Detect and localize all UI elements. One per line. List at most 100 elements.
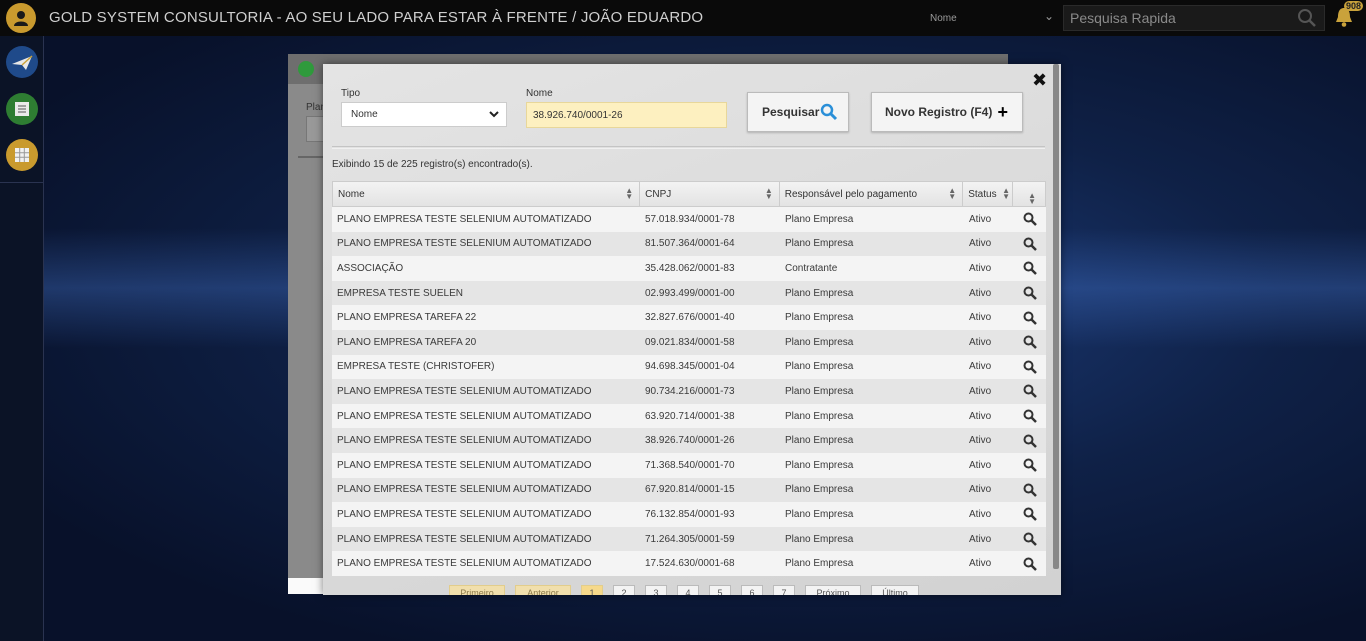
view-details-icon[interactable] [1014,207,1046,232]
view-details-icon[interactable] [1014,355,1046,380]
cell-nome: PLANO EMPRESA TESTE SELENIUM AUTOMATIZAD… [337,435,592,447]
table-row[interactable]: PLANO EMPRESA TESTE SELENIUM AUTOMATIZAD… [332,477,1046,503]
table-row[interactable]: EMPRESA TESTE SUELEN 02.993.499/0001-00 Pl… [332,280,1046,306]
view-details-icon[interactable] [1014,404,1046,429]
page-button[interactable]: 3 [645,585,667,595]
cell-cnpj: 35.428.062/0001-83 [645,262,735,274]
view-details-icon[interactable] [1014,281,1046,306]
search-button-label: Pesquisar [762,105,820,119]
cell-responsavel: Plano Empresa [785,558,854,570]
new-record-button-label: Novo Registro (F4) [885,105,993,119]
sort-icon: ▲ ▼ [764,186,773,201]
table-row[interactable]: PLANO EMPRESA TESTE SELENIUM AUTOMATIZAD… [332,207,1046,232]
cell-cnpj: 57.018.934/0001-78 [645,213,735,225]
table-row[interactable]: PLANO EMPRESA TESTE SELENIUM AUTOMATIZAD… [332,526,1046,552]
page-button[interactable]: 4 [677,585,699,595]
table-row[interactable]: PLANO EMPRESA TAREFA 20 09.021.834/0001-5… [332,329,1046,355]
cell-responsavel: Plano Empresa [785,484,854,496]
view-details-icon[interactable] [1014,478,1046,503]
page-button[interactable]: Anterior [515,585,571,595]
cell-cnpj: 81.507.364/0001-64 [645,238,735,250]
cell-nome: PLANO EMPRESA TESTE SELENIUM AUTOMATIZAD… [337,459,592,471]
page-button[interactable]: Último [871,585,919,595]
cell-responsavel: Plano Empresa [785,508,854,520]
table-row[interactable]: ASSOCIAÇÃO 35.428.062/0001-83 Contratante A… [332,256,1046,281]
left-sidebar [0,36,44,641]
view-details-icon[interactable] [1014,379,1046,404]
cell-nome: PLANO EMPRESA TAREFA 20 [337,336,477,348]
table-row[interactable]: EMPRESA TESTE (CHRISTOFER) 94.698.345/000… [332,354,1046,380]
cell-status: Ativo [969,287,992,299]
new-record-button[interactable]: Novo Registro (F4) + [871,92,1023,132]
table-row[interactable]: PLANO EMPRESA TESTE SELENIUM AUTOMATIZAD… [332,403,1046,429]
view-details-icon[interactable] [1014,428,1046,453]
view-details-icon[interactable] [1014,453,1046,478]
list-icon[interactable] [6,93,38,125]
cell-cnpj: 71.368.540/0001-70 [645,459,735,471]
column-header-responsavel[interactable]: Responsável pelo pagamento ▲ ▼ [780,182,964,206]
table-row[interactable]: PLANO EMPRESA TESTE SELENIUM AUTOMATIZAD… [332,428,1046,453]
table-row[interactable]: PLANO EMPRESA TESTE SELENIUM AUTOMATIZAD… [332,231,1046,257]
cell-status: Ativo [969,238,992,250]
view-details-icon[interactable] [1014,502,1046,527]
sort-icon: ▲ ▼ [1028,191,1036,206]
table-row[interactable]: PLANO EMPRESA TAREFA 22 32.827.676/0001-4… [332,305,1046,330]
nome-label: Nome [526,88,553,99]
page-button[interactable]: 7 [773,585,795,595]
table-row[interactable]: PLANO EMPRESA TESTE SELENIUM AUTOMATIZAD… [332,379,1046,404]
view-details-icon[interactable] [1014,232,1046,257]
cell-nome: EMPRESA TESTE (CHRISTOFER) [337,361,495,373]
view-details-icon[interactable] [1014,551,1046,576]
column-header-status[interactable]: Status ▲ ▼ [963,182,1014,206]
column-header-actions[interactable]: ▲ ▼ [1013,182,1045,206]
table-row[interactable]: PLANO EMPRESA TESTE SELENIUM AUTOMATIZAD… [332,452,1046,478]
modal-divider-highlight [332,148,1045,149]
cell-responsavel: Plano Empresa [785,533,854,545]
cell-cnpj: 09.021.834/0001-58 [645,336,735,348]
cell-cnpj: 94.698.345/0001-04 [645,361,735,373]
cell-nome: PLANO EMPRESA TESTE SELENIUM AUTOMATIZAD… [337,213,592,225]
search-button[interactable]: Pesquisar [747,92,849,132]
cell-status: Ativo [969,459,992,471]
cell-cnpj: 63.920.714/0001-38 [645,410,735,422]
quick-search-input[interactable]: Pesquisa Rapida [1063,5,1325,31]
close-icon[interactable]: ✖ [1032,70,1047,91]
view-details-icon[interactable] [1014,330,1046,355]
view-details-icon[interactable] [1014,305,1046,330]
cell-cnpj: 32.827.676/0001-40 [645,312,735,324]
background-divider [298,156,323,158]
cell-status: Ativo [969,533,992,545]
modal-divider [332,146,1045,147]
cell-cnpj: 67.920.814/0001-15 [645,484,735,496]
tipo-select[interactable]: Nome [341,102,507,127]
cell-cnpj: 71.264.305/0001-59 [645,533,735,545]
cell-nome: PLANO EMPRESA TESTE SELENIUM AUTOMATIZAD… [337,238,592,250]
view-details-icon[interactable] [1014,256,1046,281]
cell-nome: ASSOCIAÇÃO [337,262,404,274]
plane-icon[interactable] [6,46,38,78]
column-header-cnpj[interactable]: CNPJ ▲ ▼ [640,182,780,206]
cell-status: Ativo [969,361,992,373]
cell-status: Ativo [969,336,992,348]
page-button[interactable]: 5 [709,585,731,595]
page-button[interactable]: 6 [741,585,763,595]
column-header-nome[interactable]: Nome ▲ ▼ [333,182,641,206]
page-button[interactable]: Próximo [805,585,861,595]
quick-search-filter-select[interactable]: Nome ⌄ [926,6,1058,30]
search-icon[interactable] [1297,8,1317,33]
table-row[interactable]: PLANO EMPRESA TESTE SELENIUM AUTOMATIZAD… [332,551,1046,576]
cell-cnpj: 76.132.854/0001-93 [645,508,735,520]
modal-scrollbar[interactable] [1053,64,1059,569]
page-button[interactable]: 1 [581,585,603,595]
nome-input[interactable]: 38.926.740/0001-26 [526,102,727,128]
page-button[interactable]: 2 [613,585,635,595]
page-button[interactable]: Primeiro [449,585,505,595]
user-avatar-icon[interactable] [6,3,36,33]
top-bar: GOLD SYSTEM CONSULTORIA - AO SEU LADO PA… [0,0,1366,36]
view-details-icon[interactable] [1014,527,1046,552]
grid-icon[interactable] [6,139,38,171]
column-header-label: Responsável pelo pagamento [784,188,918,200]
cell-nome: PLANO EMPRESA TESTE SELENIUM AUTOMATIZAD… [337,533,592,545]
table-row[interactable]: PLANO EMPRESA TESTE SELENIUM AUTOMATIZAD… [332,502,1046,527]
cell-cnpj: 90.734.216/0001-73 [645,385,735,397]
